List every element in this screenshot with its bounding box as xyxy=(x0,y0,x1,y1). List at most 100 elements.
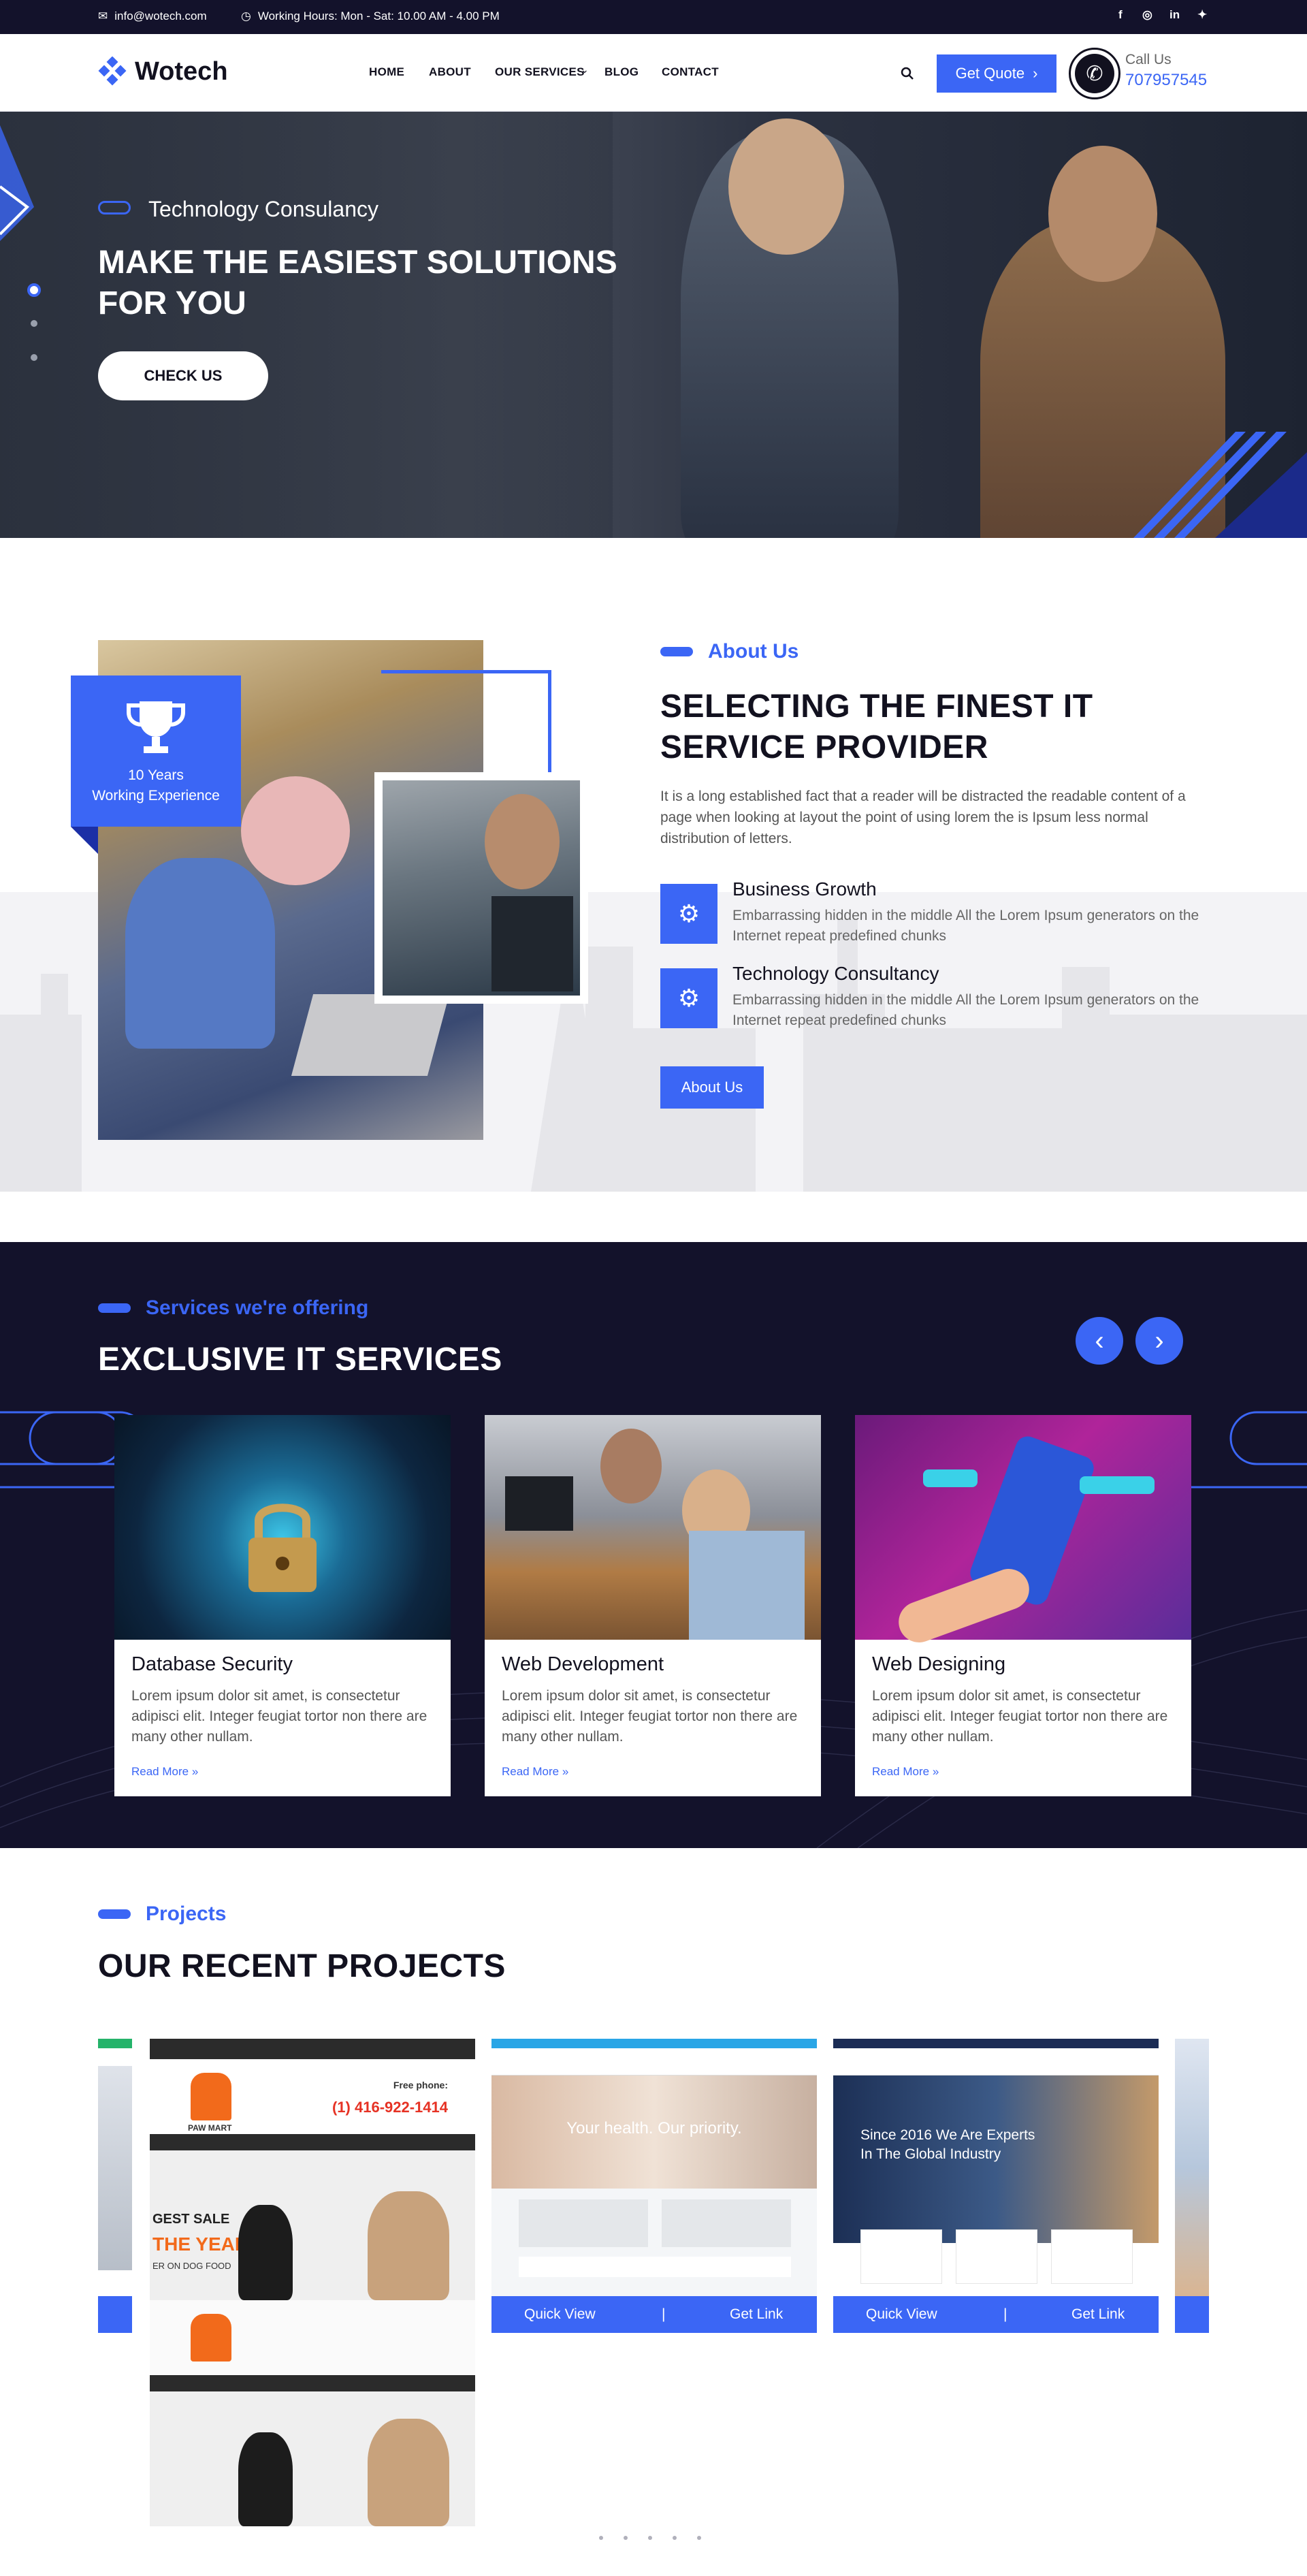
sale-text: ER ON DOG FOOD xyxy=(152,2261,231,2271)
call-icon-circle[interactable]: ✆ xyxy=(1069,48,1120,99)
travel-hero-image: Since 2016 We Are Experts In The Global … xyxy=(833,2076,1159,2243)
project-card[interactable]: PAW MART Free phone: (1) 416-922-1414 GE… xyxy=(150,2039,475,2526)
feature-tile xyxy=(956,2229,1037,2284)
pagination-dot[interactable] xyxy=(673,2536,677,2540)
linkedin-icon[interactable]: in xyxy=(1169,8,1180,22)
projects-section: Projects OUR RECENT PROJECTS PAW MART Fr… xyxy=(0,1848,1307,2576)
services-section: Services we're offering EXCLUSIVE IT SER… xyxy=(0,1242,1307,1848)
feature-text: Embarrassing hidden in the middle All th… xyxy=(732,992,1199,1028)
dog-shape xyxy=(368,2419,449,2526)
nav-services[interactable]: OUR SERVICES xyxy=(495,65,585,79)
call-number[interactable]: 707957545 xyxy=(1125,71,1207,90)
projects-eyebrow-text: Projects xyxy=(146,1903,227,1925)
sale-text: THE YEAR xyxy=(152,2233,249,2255)
next-arrow-button[interactable]: › xyxy=(1135,1317,1183,1365)
pagination-dot[interactable] xyxy=(648,2536,652,2540)
travel-headline: In The Global Industry xyxy=(860,2146,1001,2162)
ui-shape xyxy=(1080,1476,1155,1494)
quick-view-link[interactable]: Quick View xyxy=(866,2306,937,2323)
chevron-down-icon[interactable]: ⌄ xyxy=(581,64,589,76)
project-card[interactable]: Since 2016 We Are Experts In The Global … xyxy=(833,2039,1159,2333)
check-us-button[interactable]: CHECK US xyxy=(98,351,268,400)
image-shape xyxy=(600,1429,662,1504)
web-designing-image xyxy=(855,1415,1191,1649)
project-actions: Quick View | Get Link xyxy=(491,2296,817,2333)
get-link[interactable]: Get Link xyxy=(1071,2306,1125,2323)
facebook-icon[interactable]: f xyxy=(1118,8,1123,22)
pagination-dot[interactable] xyxy=(697,2536,701,2540)
get-link[interactable]: Get Link xyxy=(730,2306,783,2323)
badge-text: Working Experience xyxy=(92,788,220,804)
mail-icon: ✉ xyxy=(98,10,108,22)
site-repeat xyxy=(150,2300,475,2526)
service-card-title: Web Designing xyxy=(872,1653,1006,1675)
hero-title-line1: MAKE THE EASIEST SOLUTIONS xyxy=(98,244,617,281)
about-title-line2: SERVICE PROVIDER xyxy=(660,729,988,765)
pawmart-logo xyxy=(191,2073,231,2120)
health-hero-image: Your health. Our priority. xyxy=(491,2076,817,2189)
logo-text: Wotech xyxy=(135,57,228,86)
about-us-button[interactable]: About Us xyxy=(660,1066,764,1109)
search-icon[interactable] xyxy=(901,67,914,80)
nav-contact[interactable]: CONTACT xyxy=(662,65,719,79)
travel-headline: Since 2016 We Are Experts xyxy=(860,2127,1035,2143)
product-row xyxy=(519,2257,791,2277)
email-text: info@wotech.com xyxy=(114,10,207,22)
eyebrow-dash xyxy=(98,1303,131,1313)
image-shape xyxy=(485,794,560,889)
hand-shape xyxy=(892,1563,1035,1649)
read-more-link[interactable]: Read More » xyxy=(502,1765,568,1779)
feature-tile xyxy=(860,2229,942,2284)
site-hero xyxy=(150,2391,475,2526)
brand-name: PAW MART xyxy=(188,2123,232,2133)
main-header: Wotech HOME ABOUT OUR SERVICES ⌄ BLOG CO… xyxy=(0,34,1307,112)
about-intro: It is a long established fact that a rea… xyxy=(660,789,1186,846)
divider: | xyxy=(662,2306,666,2322)
badge-years: 10 Years xyxy=(128,767,184,783)
top-bar: ✉ info@wotech.com ◷ Working Hours: Mon -… xyxy=(0,0,1307,34)
email-item[interactable]: ✉ info@wotech.com xyxy=(98,10,207,23)
pagination-dot[interactable] xyxy=(599,2536,603,2540)
logo[interactable]: Wotech xyxy=(98,57,228,86)
read-more-link[interactable]: Read More » xyxy=(131,1765,198,1779)
slider-dot[interactable] xyxy=(31,320,37,327)
image-shape xyxy=(505,1476,573,1531)
twitter-icon[interactable]: ✦ xyxy=(1197,8,1207,22)
image-shape xyxy=(491,896,573,991)
get-quote-button[interactable]: Get Quote › xyxy=(937,54,1056,93)
phone-icon: ✆ xyxy=(1075,54,1114,93)
project-card[interactable]: Your health. Our priority. Quick View | … xyxy=(491,2039,817,2333)
nav-home[interactable]: HOME xyxy=(369,65,404,79)
slider-dot[interactable] xyxy=(31,354,37,361)
about-section: 10 Years Working Experience About Us SEL… xyxy=(0,538,1307,1192)
phone-number: (1) 416-922-1414 xyxy=(332,2099,448,2116)
call-label: Call Us xyxy=(1125,52,1172,67)
nav-blog[interactable]: BLOG xyxy=(604,65,639,79)
product-tile xyxy=(662,2199,791,2247)
project-actions: Quick View | Get Link xyxy=(833,2296,1159,2333)
quick-view-link[interactable]: Quick View xyxy=(524,2306,596,2323)
prev-arrow-button[interactable]: ‹ xyxy=(1076,1317,1123,1365)
projects-eyebrow: Projects xyxy=(98,1903,226,1926)
web-development-image xyxy=(485,1415,821,1640)
about-title: SELECTING THE FINEST IT SERVICE PROVIDER xyxy=(660,686,1093,768)
service-card[interactable]: Web Development Lorem ipsum dolor sit am… xyxy=(485,1415,821,1796)
hours-text: Working Hours: Mon - Sat: 10.00 AM - 4.0… xyxy=(257,10,500,22)
dog-shape xyxy=(368,2191,449,2300)
feature-title: Technology Consultancy xyxy=(732,963,939,984)
feature-tile xyxy=(1051,2229,1133,2284)
image-shape xyxy=(241,776,350,885)
read-more-link[interactable]: Read More » xyxy=(872,1765,939,1779)
pagination-dot[interactable] xyxy=(624,2536,628,2540)
nav-about[interactable]: ABOUT xyxy=(429,65,471,79)
service-card[interactable]: Database Security Lorem ipsum dolor sit … xyxy=(114,1415,451,1796)
instagram-icon[interactable]: ◎ xyxy=(1142,8,1152,22)
ui-shape xyxy=(923,1469,978,1487)
hero-banner: Technology Consulancy MAKE THE EASIEST S… xyxy=(0,112,1307,538)
logo-icon xyxy=(98,57,127,86)
service-card-text: Lorem ipsum dolor sit amet, is consectet… xyxy=(502,1688,798,1745)
slider-dot-active[interactable] xyxy=(27,283,41,297)
image-shape xyxy=(125,858,275,1049)
site-nav xyxy=(491,2048,817,2076)
service-card[interactable]: Web Designing Lorem ipsum dolor sit amet… xyxy=(855,1415,1191,1796)
